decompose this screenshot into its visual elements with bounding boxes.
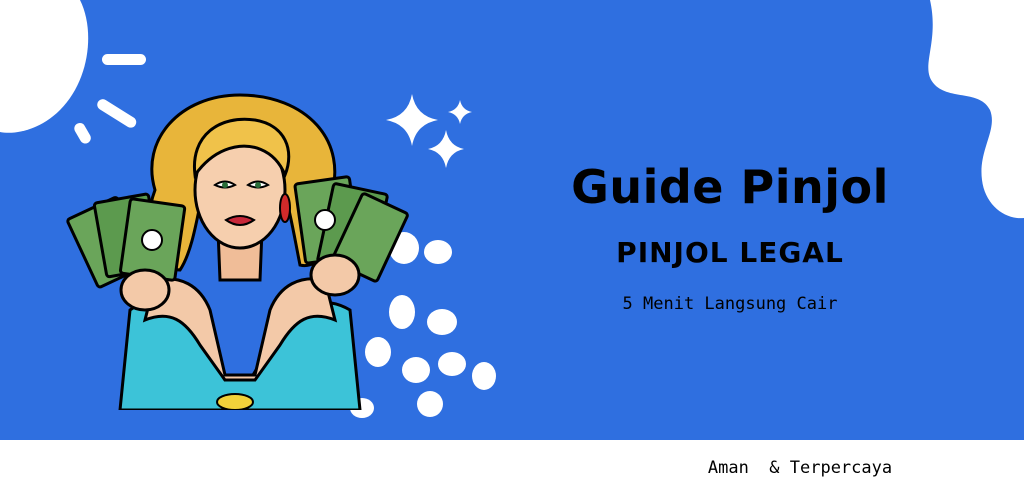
dot — [438, 352, 466, 376]
left-hand — [119, 268, 171, 312]
sparkle-icon — [448, 100, 472, 124]
stroke-1 — [102, 54, 146, 65]
dot — [417, 391, 443, 417]
dot — [424, 240, 452, 264]
footer-text: Aman & Terpercaya — [707, 458, 893, 478]
banner: Guide Pinjol PINJOL LEGAL 5 Menit Langsu… — [0, 0, 1024, 500]
page-title: Guide Pinjol — [571, 160, 889, 214]
right-hand — [309, 253, 361, 297]
earring — [279, 193, 291, 223]
lips — [224, 215, 256, 226]
subtitle: PINJOL LEGAL — [616, 236, 844, 269]
money-icon — [66, 192, 187, 289]
left-pupil — [222, 182, 228, 188]
dot — [427, 309, 457, 335]
top-right-blob — [928, 0, 1024, 219]
right-pupil — [255, 182, 261, 188]
tagline: 5 Menit Langsung Cair — [622, 294, 838, 314]
belt-buckle — [216, 393, 254, 410]
woman-illustration — [66, 93, 409, 410]
sparkle-icon — [428, 130, 464, 168]
dot — [472, 362, 496, 390]
